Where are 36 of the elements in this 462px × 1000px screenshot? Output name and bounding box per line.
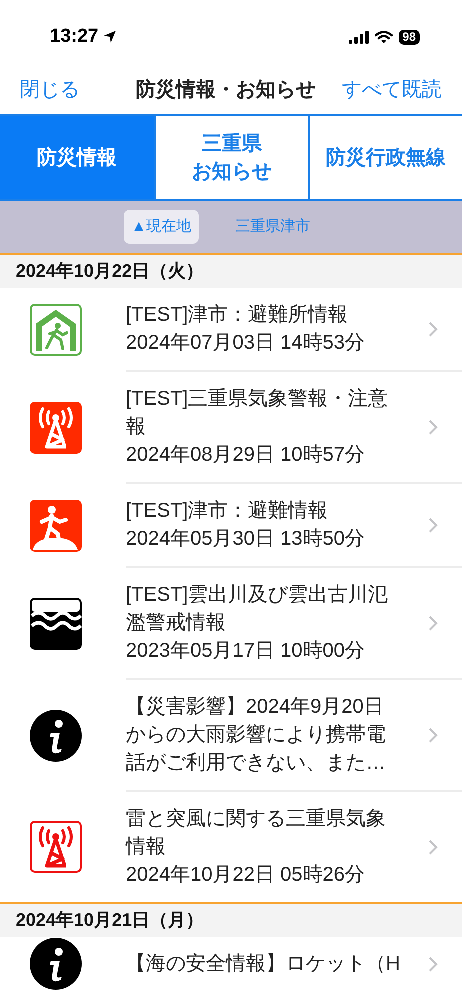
chevron-right-icon: [429, 840, 438, 854]
battery-indicator: 98: [398, 30, 420, 44]
notice-time: 2023年05月17日 10時00分: [126, 639, 366, 664]
page-title: 防災情報・お知らせ: [136, 78, 316, 103]
tab[interactable]: 防災情報: [0, 116, 154, 199]
date-header: 2024年10月22日（火）: [16, 260, 204, 283]
wifi-icon: [374, 30, 393, 44]
info-icon: [30, 710, 82, 762]
close-button[interactable]: 閉じる: [20, 75, 80, 105]
notice-title: 【海の安全情報】ロケット（H: [126, 952, 402, 977]
waves-icon: [30, 598, 82, 650]
shelter-icon: [30, 304, 82, 356]
notice-title: 【災害影響】2024年9月20日 からの大雨影響により携帯電 話がご利用できない、また…: [126, 695, 387, 776]
notice-title: [TEST]三重県気象警報・注意 報: [126, 387, 390, 440]
notice-title: [TEST]津市：避難情報: [126, 499, 330, 524]
chevron-right-icon: [429, 728, 438, 742]
date-header: 2024年10月21日（月）: [16, 909, 204, 932]
location-arrow-icon: [102, 30, 117, 44]
notice-title: [TEST]津市：避難所情報: [126, 303, 350, 328]
radio-tower-icon: [30, 821, 82, 873]
mark-all-read-button[interactable]: すべて既読: [342, 75, 442, 105]
chevron-right-icon: [429, 518, 438, 532]
chevron-right-icon: [429, 322, 438, 336]
notice-time: 2024年08月29日 10時57分: [126, 443, 366, 468]
radio-tower-icon: [30, 402, 82, 454]
signal-icon: [348, 30, 369, 44]
status-time: 13:27: [50, 24, 99, 49]
chevron-right-icon: [429, 616, 438, 630]
notice-time: 2024年07月03日 14時53分: [126, 331, 366, 356]
notice-title: [TEST]雲出川及び雲出古川氾 濫警戒情報: [126, 583, 390, 636]
running-person-icon: [30, 500, 82, 552]
chevron-right-icon: [429, 420, 438, 434]
chevron-right-icon: [429, 956, 438, 972]
notice-time: 2024年05月30日 13時50分: [126, 527, 366, 552]
notice-title: 雷と突風に関する三重県気象 情報: [126, 807, 387, 860]
notice-time: 2024年10月22日 05時26分: [126, 863, 366, 888]
